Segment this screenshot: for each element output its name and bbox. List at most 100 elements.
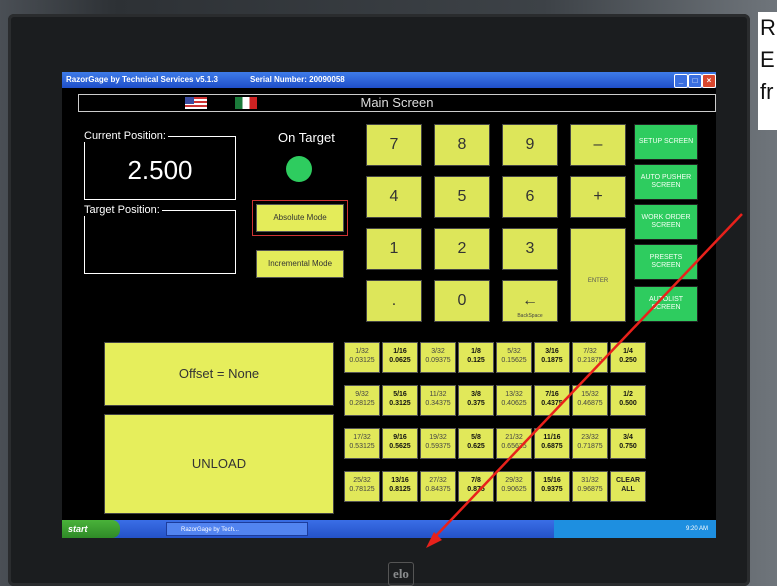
- fraction-button[interactable]: 1/2 0.500: [610, 385, 646, 416]
- backspace-label: BackSpace: [517, 313, 543, 319]
- setup-screen-button[interactable]: SETUP SCREEN: [634, 124, 698, 160]
- auto-pusher-screen-button[interactable]: AUTO PUSHER SCREEN: [634, 164, 698, 200]
- fraction-button[interactable]: 1/16 0.0625: [382, 342, 418, 373]
- fraction-decimal: 0.15625: [501, 357, 527, 364]
- fraction-button[interactable]: 3/16 0.1875: [534, 342, 570, 373]
- fraction-button[interactable]: 3/4 0.750: [610, 428, 646, 459]
- offset-button[interactable]: Offset = None: [104, 342, 334, 406]
- absolute-mode-button[interactable]: Absolute Mode: [252, 200, 348, 236]
- key-9[interactable]: 9: [502, 124, 558, 166]
- fraction-button[interactable]: 3/32 0.09375: [420, 342, 456, 373]
- close-button[interactable]: ×: [702, 74, 716, 88]
- fraction-button[interactable]: 1/32 0.03125: [344, 342, 380, 373]
- key-4[interactable]: 4: [366, 176, 422, 218]
- work-order-screen-button[interactable]: WORK ORDER SCREEN: [634, 204, 698, 240]
- fraction-button[interactable]: 29/32 0.90625: [496, 471, 532, 502]
- fraction-decimal: 0.375: [467, 400, 485, 407]
- elo-logo: elo: [388, 562, 414, 586]
- fraction-decimal: 0.84375: [425, 486, 451, 493]
- fraction-decimal: 0.53125: [349, 443, 375, 450]
- fraction-button[interactable]: 5/8 0.625: [458, 428, 494, 459]
- fraction-button[interactable]: 11/32 0.34375: [420, 385, 456, 416]
- taskbar: start RazorGage by Tech... 9:20 AM: [62, 520, 716, 538]
- on-target-label: On Target: [278, 130, 335, 145]
- fraction-button[interactable]: 7/16 0.4375: [534, 385, 570, 416]
- fraction-label: 7/32: [583, 348, 597, 355]
- fraction-label: 17/32: [353, 434, 371, 441]
- key-5[interactable]: 5: [434, 176, 490, 218]
- taskbar-item-razorgage[interactable]: RazorGage by Tech...: [166, 522, 308, 536]
- clear-all-button[interactable]: CLEAR ALL: [610, 471, 646, 502]
- fraction-button[interactable]: 9/32 0.28125: [344, 385, 380, 416]
- key-3[interactable]: 3: [502, 228, 558, 270]
- mexico-flag-icon[interactable]: [235, 97, 257, 109]
- fraction-button[interactable]: 5/32 0.15625: [496, 342, 532, 373]
- fraction-decimal: 0.03125: [349, 357, 375, 364]
- incremental-mode-button[interactable]: Incremental Mode: [256, 250, 344, 278]
- fraction-label: 3/4: [623, 434, 633, 441]
- fraction-button[interactable]: 27/32 0.84375: [420, 471, 456, 502]
- fraction-label: CLEAR: [615, 477, 641, 484]
- fraction-button[interactable]: 3/8 0.375: [458, 385, 494, 416]
- start-button[interactable]: start: [62, 520, 120, 538]
- fraction-button[interactable]: 9/16 0.5625: [382, 428, 418, 459]
- fraction-button[interactable]: 21/32 0.65625: [496, 428, 532, 459]
- fraction-button[interactable]: 25/32 0.78125: [344, 471, 380, 502]
- fraction-decimal: 0.21875: [577, 357, 603, 364]
- minimize-button[interactable]: _: [674, 74, 688, 88]
- fraction-label: 1/4: [623, 348, 633, 355]
- fraction-button[interactable]: 11/16 0.6875: [534, 428, 570, 459]
- fraction-decimal: 0.90625: [501, 486, 527, 493]
- presets-screen-button[interactable]: PRESETS SCREEN: [634, 244, 698, 280]
- fraction-decimal: ALL: [621, 486, 635, 493]
- fraction-button[interactable]: 15/32 0.46875: [572, 385, 608, 416]
- fraction-label: 5/16: [393, 391, 407, 398]
- backspace-key[interactable]: ← BackSpace: [502, 280, 558, 322]
- fraction-button[interactable]: 19/32 0.59375: [420, 428, 456, 459]
- key-6[interactable]: 6: [502, 176, 558, 218]
- enter-key[interactable]: ENTER: [570, 228, 626, 322]
- fraction-button[interactable]: 15/16 0.9375: [534, 471, 570, 502]
- fraction-label: 31/32: [581, 477, 599, 484]
- fraction-decimal: 0.875: [467, 486, 485, 493]
- fraction-decimal: 0.750: [619, 443, 637, 450]
- fraction-decimal: 0.0625: [389, 357, 411, 364]
- fraction-label: 27/32: [429, 477, 447, 484]
- fraction-label: 23/32: [581, 434, 599, 441]
- fraction-button[interactable]: 17/32 0.53125: [344, 428, 380, 459]
- key-0[interactable]: 0: [434, 280, 490, 322]
- key-dot[interactable]: .: [366, 280, 422, 322]
- fraction-button[interactable]: 7/8 0.875: [458, 471, 494, 502]
- fraction-button[interactable]: 5/16 0.3125: [382, 385, 418, 416]
- fraction-label: 21/32: [505, 434, 523, 441]
- fraction-button[interactable]: 31/32 0.96875: [572, 471, 608, 502]
- key-1[interactable]: 1: [366, 228, 422, 270]
- fraction-label: 9/32: [355, 391, 369, 398]
- maximize-button[interactable]: □: [688, 74, 702, 88]
- fraction-button[interactable]: 1/4 0.250: [610, 342, 646, 373]
- current-position-label: Current Position:: [84, 130, 168, 142]
- us-flag-icon[interactable]: [185, 97, 207, 109]
- key-plus[interactable]: +: [570, 176, 626, 218]
- fraction-decimal: 0.4375: [541, 400, 563, 407]
- fraction-button[interactable]: 1/8 0.125: [458, 342, 494, 373]
- key-7[interactable]: 7: [366, 124, 422, 166]
- target-position-box[interactable]: [84, 210, 236, 274]
- fraction-decimal: 0.125: [467, 357, 485, 364]
- window-titlebar: RazorGage by Technical Services v5.1.3 S…: [62, 72, 716, 88]
- autolist-screen-button[interactable]: AUTOLIST SCREEN: [634, 286, 698, 322]
- fraction-button[interactable]: 13/16 0.8125: [382, 471, 418, 502]
- unload-button[interactable]: UNLOAD: [104, 414, 334, 514]
- fraction-label: 3/32: [431, 348, 445, 355]
- fraction-button[interactable]: 13/32 0.40625: [496, 385, 532, 416]
- fraction-label: 13/16: [391, 477, 409, 484]
- fraction-decimal: 0.46875: [577, 400, 603, 407]
- key-2[interactable]: 2: [434, 228, 490, 270]
- key-minus[interactable]: –: [570, 124, 626, 166]
- fraction-decimal: 0.9375: [541, 486, 563, 493]
- fraction-button[interactable]: 7/32 0.21875: [572, 342, 608, 373]
- key-8[interactable]: 8: [434, 124, 490, 166]
- fraction-label: 25/32: [353, 477, 371, 484]
- fraction-button[interactable]: 23/32 0.71875: [572, 428, 608, 459]
- fraction-label: 1/8: [471, 348, 481, 355]
